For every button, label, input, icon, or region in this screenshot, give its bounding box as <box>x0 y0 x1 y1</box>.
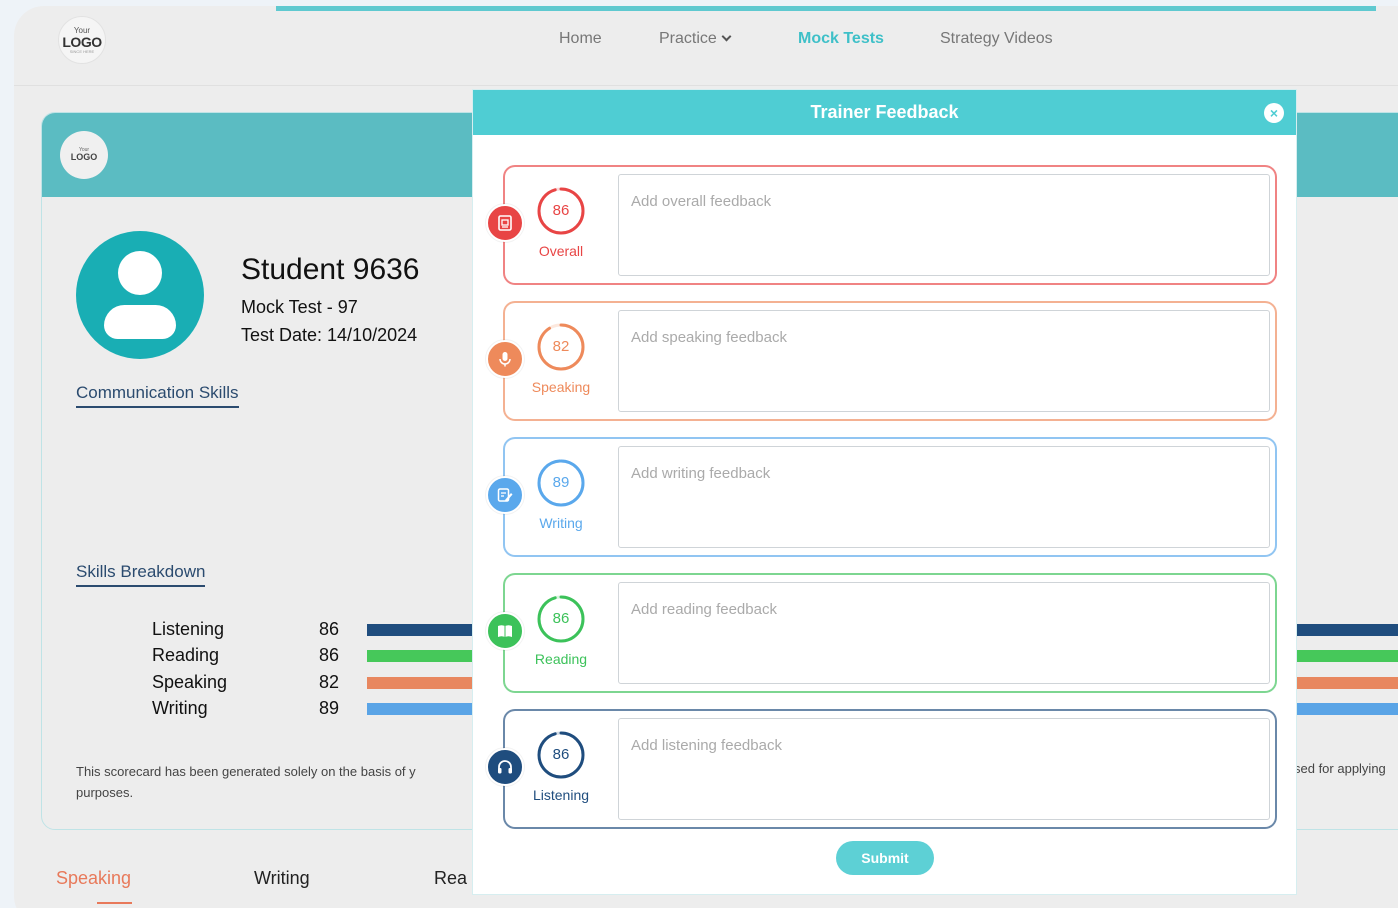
skill-name-reading: Reading <box>152 645 220 665</box>
score-label-overall: Overall <box>538 243 584 259</box>
score-value-listening: 86 <box>552 746 570 763</box>
score-ring-listening: 86 <box>536 730 586 780</box>
mock-test-number: Mock Test - 97 <box>241 297 358 317</box>
nav-practice[interactable]: Practice <box>659 30 732 48</box>
score-label-listening: Listening <box>532 787 590 803</box>
score-ring-speaking: 82 <box>536 322 586 372</box>
book-icon <box>486 612 524 650</box>
feedback-row-writing: 89 Writing <box>486 437 1277 557</box>
microphone-icon <box>486 340 524 378</box>
reading-feedback-input[interactable] <box>618 582 1270 684</box>
overall-feedback-input[interactable] <box>618 174 1270 276</box>
feedback-row-reading: 86 Reading <box>486 573 1277 693</box>
score-ring-reading: 86 <box>536 594 586 644</box>
score-label-reading: Reading <box>534 651 588 667</box>
skill-name-writing: Writing <box>152 698 208 718</box>
top-header: Your LOGO SINCE HERE Home Practice Mock … <box>14 6 1398 86</box>
scorecard-logo-main: LOGO <box>70 152 98 162</box>
score-value-writing: 89 <box>552 474 570 491</box>
close-icon[interactable]: × <box>1264 103 1284 123</box>
tab-speaking[interactable]: Speaking <box>56 868 131 889</box>
pen-icon <box>486 476 524 514</box>
skill-name-listening: Listening <box>152 619 225 639</box>
tab-writing[interactable]: Writing <box>254 868 310 889</box>
test-date: Test Date: 14/10/2024 <box>241 325 418 345</box>
listening-feedback-input[interactable] <box>618 718 1270 820</box>
scorecard-logo: Your LOGO <box>60 131 108 179</box>
feedback-row-speaking: 82 Speaking <box>486 301 1277 421</box>
score-ring-overall: 86 <box>536 186 586 236</box>
skill-name-speaking: Speaking <box>152 672 228 692</box>
score-label-speaking: Speaking <box>531 379 591 395</box>
submit-button[interactable]: Submit <box>836 841 934 875</box>
disclaimer-line-2: purposes. <box>76 785 134 800</box>
logo-main-text: LOGO <box>62 33 102 50</box>
modal-title: Trainer Feedback <box>810 102 959 122</box>
user-avatar-icon <box>76 231 204 359</box>
nav-practice-label: Practice <box>659 30 717 47</box>
speaking-feedback-input[interactable] <box>618 310 1270 412</box>
site-logo[interactable]: Your LOGO SINCE HERE <box>58 16 106 64</box>
nav-home[interactable]: Home <box>559 30 602 48</box>
skill-value-writing: 89 <box>319 698 340 718</box>
disclaimer-text: This scorecard has been generated solely… <box>76 761 416 803</box>
headphones-icon <box>486 748 524 786</box>
active-tab-indicator <box>97 902 132 904</box>
communication-skills-heading: Communication Skills <box>76 383 239 408</box>
trainer-feedback-modal: Trainer Feedback × 86 Overall 82 Speakin… <box>472 89 1297 895</box>
feedback-row-listening: 86 Listening <box>486 709 1277 829</box>
score-value-speaking: 82 <box>552 338 570 355</box>
nav-mock-tests[interactable]: Mock Tests <box>798 30 884 48</box>
skill-value-listening: 86 <box>319 619 340 639</box>
writing-feedback-input[interactable] <box>618 446 1270 548</box>
disclaimer-text-right: sed for applying <box>1294 761 1386 776</box>
feedback-row-overall: 86 Overall <box>486 165 1277 285</box>
modal-header: Trainer Feedback × <box>473 90 1296 135</box>
score-label-writing: Writing <box>539 515 583 531</box>
score-ring-writing: 89 <box>536 458 586 508</box>
chevron-down-icon <box>721 31 732 42</box>
tab-reading[interactable]: Rea <box>434 868 467 889</box>
score-value-overall: 86 <box>552 202 570 219</box>
score-value-reading: 86 <box>552 610 570 627</box>
student-name: Student 9636 <box>241 253 420 286</box>
skill-value-reading: 86 <box>319 645 340 665</box>
disclaimer-line-1: This scorecard has been generated solely… <box>76 764 416 779</box>
document-icon <box>486 204 524 242</box>
skills-breakdown-heading: Skills Breakdown <box>76 562 206 587</box>
skill-value-speaking: 82 <box>319 672 340 692</box>
logo-tagline: SINCE HERE <box>69 48 95 54</box>
nav-strategy-videos[interactable]: Strategy Videos <box>940 30 1053 48</box>
